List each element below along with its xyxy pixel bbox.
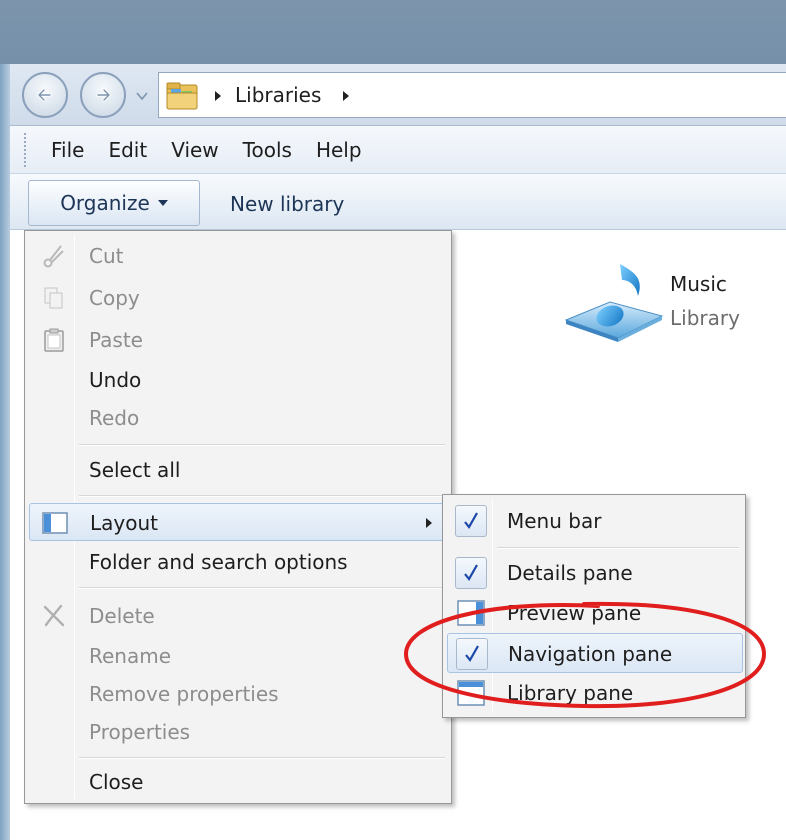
forward-arrow-icon [96,88,111,102]
menu-view[interactable]: View [159,134,230,166]
menu-item-close[interactable]: Close [29,763,447,801]
desktop-edge [0,64,10,840]
submenu-item-library-pane[interactable]: Library pane [447,673,743,713]
menu-bar-grip [24,132,27,167]
menu-item-label: Copy [89,286,140,310]
forward-button[interactable] [80,72,126,118]
menu-item-label: Remove properties [89,682,279,706]
menu-separator [79,587,445,589]
delete-x-icon [43,604,65,627]
menu-help[interactable]: Help [304,134,374,166]
preview-pane-icon [457,600,485,626]
organize-menu: Cut Copy Paste Undo Redo Select all Layo… [24,230,452,804]
layout-submenu: Menu bar Details pane Preview pane Navig… [442,494,746,718]
submenu-item-label: Library pane [507,681,634,705]
recent-pages-dropdown-icon[interactable] [134,88,150,104]
menu-separator [79,757,445,759]
menu-file[interactable]: File [39,134,96,166]
menu-item-label: Folder and search options [89,550,348,574]
organize-label: Organize [60,191,150,215]
menu-item-label: Rename [89,644,172,668]
submenu-item-preview-pane[interactable]: Preview pane [447,593,743,633]
menu-item-paste[interactable]: Paste [29,321,447,359]
menu-item-folder-options[interactable]: Folder and search options [29,543,447,581]
menu-item-select-all[interactable]: Select all [29,451,447,489]
menu-item-cut[interactable]: Cut [29,237,447,275]
organize-button[interactable]: Organize [28,180,200,226]
window-titlebar [0,0,786,64]
submenu-item-details-pane[interactable]: Details pane [447,553,743,593]
breadcrumb-separator-icon[interactable] [211,87,225,105]
copy-icon [44,287,63,309]
checkmark-icon [464,512,478,529]
menu-edit[interactable]: Edit [96,134,159,166]
chevron-down-icon [157,200,168,206]
menu-item-label: Delete [89,604,155,628]
submenu-item-label: Navigation pane [508,642,673,666]
address-bar[interactable]: Libraries [158,72,786,118]
menu-item-label: Paste [89,328,143,352]
checkmark-icon [464,564,478,581]
back-arrow-icon [37,88,52,102]
menu-item-delete[interactable]: Delete [29,597,447,635]
menu-item-properties[interactable]: Properties [29,713,447,751]
checkmark-icon [465,645,479,662]
address-toolbar: Libraries [0,64,786,126]
menu-item-label: Undo [89,368,142,392]
menu-item-layout[interactable]: Layout [29,503,447,541]
menu-item-redo[interactable]: Redo [29,399,447,437]
scissors-icon [43,245,64,268]
menu-item-remove-properties[interactable]: Remove properties [29,675,447,713]
menu-item-label: Cut [89,244,124,268]
library-type: Library [670,306,740,330]
new-library-button[interactable]: New library [230,192,344,216]
menu-item-undo[interactable]: Undo [29,361,447,399]
menu-item-label: Properties [89,720,191,744]
libraries-folder-icon [166,82,198,110]
back-button[interactable] [22,72,68,118]
library-pane-icon [457,680,485,706]
submenu-separator [497,547,739,549]
breadcrumb-separator-icon[interactable] [339,87,353,105]
clipboard-icon [44,328,64,352]
checkmark-box [455,557,487,589]
submenu-arrow-icon [426,518,432,528]
breadcrumb-libraries[interactable]: Libraries [235,83,321,107]
menu-tools[interactable]: Tools [231,134,304,166]
layout-icon [42,512,68,534]
submenu-item-menu-bar[interactable]: Menu bar [447,501,743,541]
submenu-item-label: Menu bar [507,509,602,533]
menu-item-rename[interactable]: Rename [29,637,447,675]
submenu-item-label: Preview pane [507,601,642,625]
submenu-item-label: Details pane [507,561,633,585]
menu-item-label: Layout [90,511,158,535]
menu-bar: File Edit View Tools Help [10,126,786,174]
menu-separator [79,495,445,497]
menu-item-copy[interactable]: Copy [29,279,447,317]
checkmark-box [456,638,488,670]
menu-item-label: Redo [89,406,140,430]
music-library-icon[interactable] [562,258,672,344]
command-bar: Organize New library [10,174,786,230]
library-name[interactable]: Music [670,272,727,296]
menu-item-label: Select all [89,458,181,482]
submenu-item-navigation-pane[interactable]: Navigation pane [447,633,743,673]
menu-separator [79,444,445,446]
checkmark-box [455,505,487,537]
menu-item-label: Close [89,770,144,794]
